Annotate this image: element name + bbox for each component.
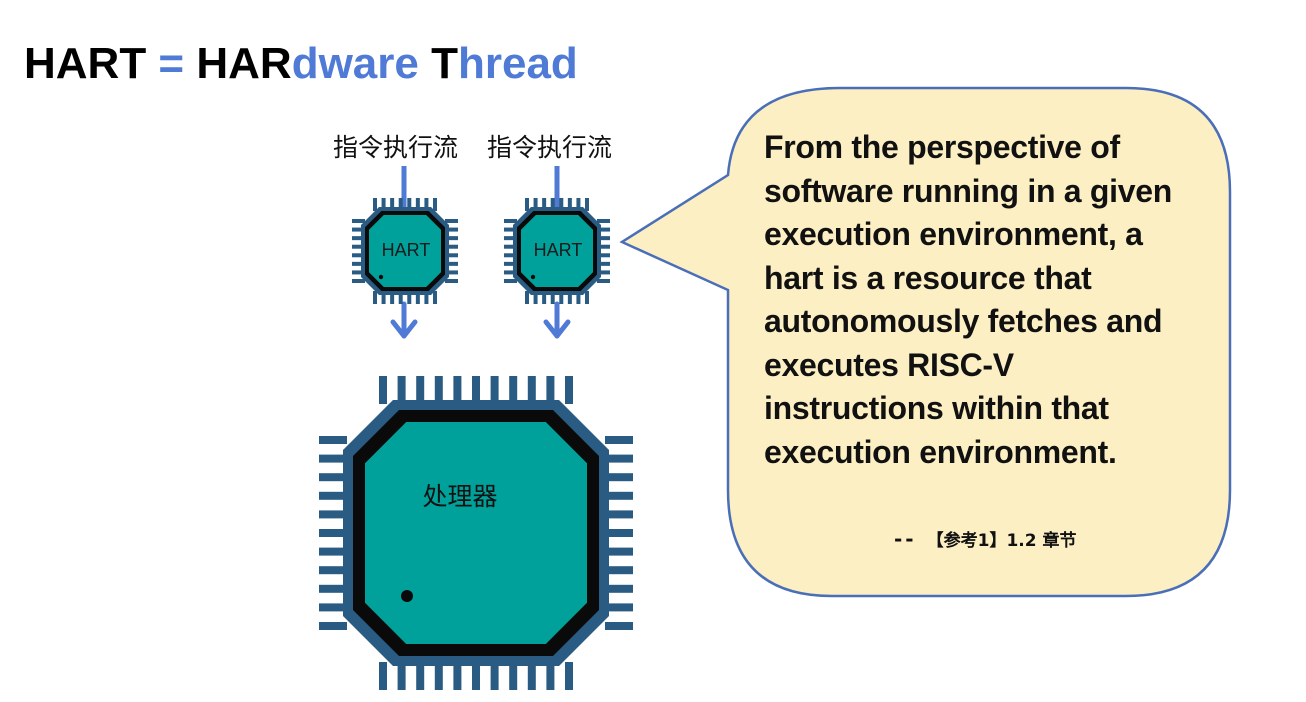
citation-text: 【参考1】1.2 章节 (926, 531, 1077, 551)
pin1-marker (530, 274, 536, 280)
stream-label-2: 指令执行流 (487, 133, 613, 162)
citation-dash: -- (894, 527, 917, 551)
arrow-down-2 (543, 301, 571, 339)
processor-chip (319, 376, 633, 690)
stream-label-1: 指令执行流 (333, 133, 459, 162)
pin1-marker (401, 590, 413, 602)
callout-text: From the perspective of software running… (764, 129, 1172, 470)
processor-label: 处理器 (422, 482, 497, 511)
citation: -- 【参考1】1.2 章节 (894, 526, 1076, 551)
pin1-marker (378, 274, 384, 280)
hart-label-1: HART (382, 240, 431, 260)
hart-label-2: HART (534, 240, 583, 260)
arrow-down-1 (390, 301, 418, 339)
